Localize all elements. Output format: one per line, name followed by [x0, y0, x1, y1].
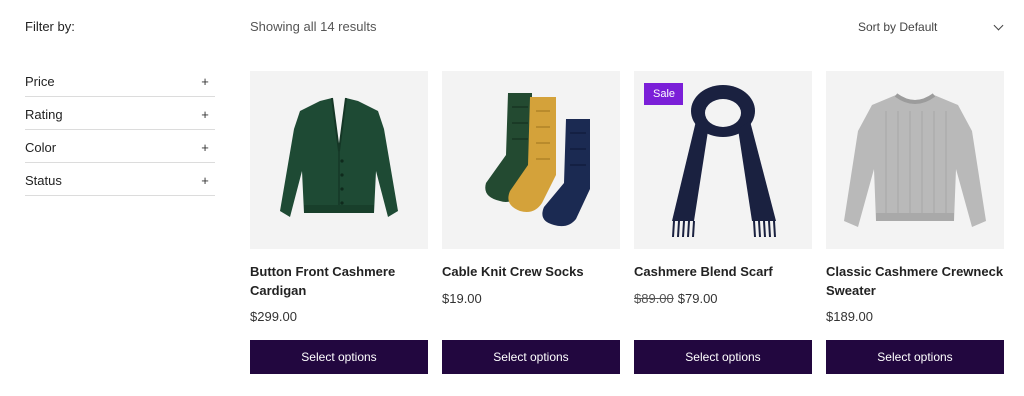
sort-label: Sort by [858, 20, 897, 34]
product-card: Cable Knit Crew Socks $19.00 Select opti… [442, 71, 620, 374]
product-title[interactable]: Button Front Cashmere Cardigan [250, 262, 428, 300]
product-card: Classic Cashmere Crewneck Sweater $189.0… [826, 71, 1004, 374]
sort-text: Sort by Default [858, 20, 937, 34]
plus-icon[interactable]: + [199, 107, 211, 122]
select-options-button[interactable]: Select options [442, 340, 620, 374]
chevron-down-icon [993, 20, 1004, 30]
product-price: $189.00 [826, 309, 873, 324]
current-price: $189.00 [826, 309, 873, 324]
filter-rating[interactable]: Rating + [25, 97, 215, 130]
product-card: Sale Cashmere Blend Scarf $89.00 $79.00 S… [634, 71, 812, 374]
plus-icon[interactable]: + [199, 140, 211, 155]
current-price: $299.00 [250, 309, 297, 324]
filter-label: Status [25, 172, 62, 188]
product-title[interactable]: Cable Knit Crew Socks [442, 262, 620, 281]
filter-status[interactable]: Status + [25, 163, 215, 196]
filter-label: Color [25, 139, 57, 155]
product-price: $89.00 $79.00 [634, 291, 718, 306]
product-title[interactable]: Classic Cashmere Crewneck Sweater [826, 262, 1004, 300]
product-title[interactable]: Cashmere Blend Scarf [634, 262, 812, 281]
filter-price[interactable]: Price + [25, 64, 215, 97]
current-price: $79.00 [677, 291, 718, 306]
product-price: $299.00 [250, 309, 297, 324]
filter-title: Filter by: [25, 19, 75, 34]
product-grid: Button Front Cashmere Cardigan $299.00 S… [250, 71, 1005, 381]
plus-icon[interactable]: + [199, 173, 211, 188]
result-count: Showing all 14 results [250, 19, 377, 34]
knit-socks-image[interactable] [442, 71, 620, 249]
sale-badge: Sale [644, 83, 684, 105]
filter-label: Price [25, 73, 55, 89]
select-options-button[interactable]: Select options [634, 340, 812, 374]
filter-label: Rating [25, 106, 63, 122]
select-options-button[interactable]: Select options [250, 340, 428, 374]
sort-value: Default [899, 20, 938, 34]
green-cardigan-image[interactable] [250, 71, 428, 249]
original-price: $89.00 [634, 291, 674, 306]
product-price: $19.00 [442, 291, 482, 306]
sort-dropdown[interactable]: Sort by Default [858, 16, 1006, 38]
product-card: Button Front Cashmere Cardigan $299.00 S… [250, 71, 428, 374]
navy-scarf-image[interactable]: Sale [634, 71, 812, 249]
plus-icon[interactable]: + [199, 74, 211, 89]
filter-color[interactable]: Color + [25, 130, 215, 163]
select-options-button[interactable]: Select options [826, 340, 1004, 374]
current-price: $19.00 [442, 291, 482, 306]
filter-list: Price + Rating + Color + Status + [25, 64, 215, 196]
grey-sweater-image[interactable] [826, 71, 1004, 249]
